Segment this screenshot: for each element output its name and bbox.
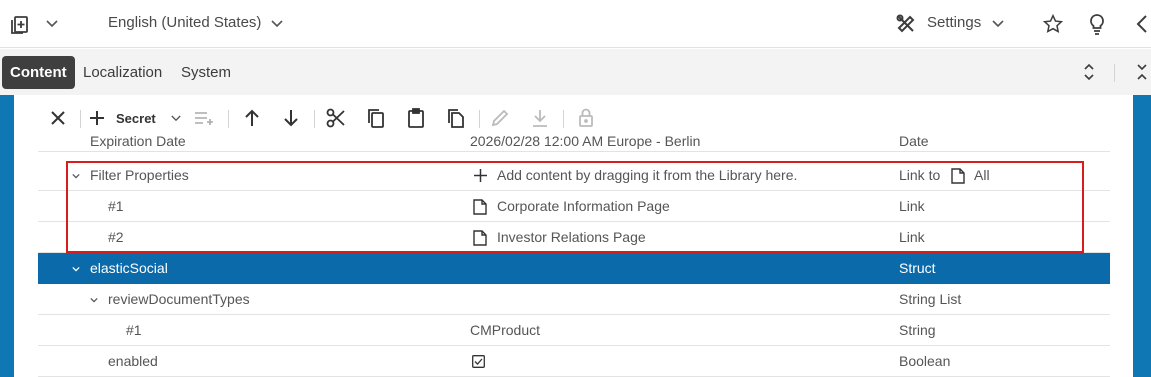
property-name: enabled: [108, 353, 158, 369]
divider: [1114, 64, 1115, 82]
property-value: Add content by dragging it from the Libr…: [497, 167, 798, 183]
collapse-icon[interactable]: [1134, 54, 1150, 90]
property-name: reviewDocumentTypes: [108, 291, 250, 307]
property-value[interactable]: Corporate Information Page: [497, 191, 670, 222]
table-row[interactable]: #2 Investor Relations Page Link: [38, 222, 1110, 253]
plus-icon[interactable]: [474, 169, 487, 182]
settings-button[interactable]: Settings: [927, 14, 981, 31]
property-type: String List: [899, 291, 962, 307]
language-selector[interactable]: English (United States): [108, 14, 261, 31]
top-bar: English (United States) Settings: [0, 0, 1151, 48]
property-type: Link: [899, 229, 925, 245]
document-icon: [473, 230, 487, 246]
property-name: #1: [126, 322, 142, 338]
table-row[interactable]: reviewDocumentTypes String List: [38, 284, 1110, 315]
chevron-down-icon[interactable]: [72, 265, 80, 273]
property-type: String: [899, 322, 936, 338]
table-row[interactable]: Expiration Date 2026/02/28 12:00 AM Euro…: [38, 130, 1110, 152]
link-type-all: All: [974, 167, 990, 183]
chevron-left-icon[interactable]: [1133, 12, 1151, 36]
left-gutter: [0, 95, 14, 377]
chevron-down-icon[interactable]: [90, 296, 98, 304]
chevron-down-icon[interactable]: [269, 16, 285, 32]
table-row[interactable]: Filter Properties Add content by draggin…: [38, 160, 1110, 191]
property-name: Expiration Date: [90, 133, 186, 149]
tab-system[interactable]: System: [175, 56, 237, 89]
clipboard-plus-icon[interactable]: [8, 12, 32, 36]
chevron-down-icon[interactable]: [44, 16, 60, 32]
table-row[interactable]: enabled Boolean: [38, 346, 1110, 377]
document-icon: [951, 168, 965, 184]
divider: [314, 110, 315, 128]
property-name: #1: [108, 198, 124, 214]
table-row[interactable]: #1 CMProduct String: [38, 315, 1110, 346]
expand-collapse-icon[interactable]: [1080, 54, 1098, 90]
property-value[interactable]: CMProduct: [470, 315, 540, 346]
plus-icon: [90, 111, 104, 125]
property-value: 2026/02/28 12:00 AM Europe - Berlin: [470, 133, 701, 149]
lightbulb-icon[interactable]: [1085, 12, 1109, 36]
chevron-down-icon[interactable]: [72, 172, 80, 180]
property-type: Struct: [899, 260, 936, 276]
table-row[interactable]: #1 Corporate Information Page Link: [38, 191, 1110, 222]
divider: [228, 110, 229, 128]
tab-content[interactable]: Content: [2, 56, 75, 89]
chevron-down-icon[interactable]: [990, 16, 1006, 32]
secret-label: Secret: [116, 110, 156, 126]
divider: [80, 110, 81, 128]
property-type: Link: [899, 198, 925, 214]
table-row-selected[interactable]: elasticSocial Struct: [38, 253, 1110, 284]
document-icon: [473, 199, 487, 215]
property-type: Boolean: [899, 353, 951, 369]
right-gutter: [1133, 95, 1151, 377]
tab-bar: Content Localization System: [0, 49, 1151, 95]
property-name: Filter Properties: [90, 167, 189, 183]
property-type: Link to: [899, 167, 941, 183]
checkbox-checked-icon[interactable]: [472, 355, 485, 368]
property-type: Date: [899, 133, 929, 149]
property-name: elasticSocial: [90, 260, 168, 276]
star-icon[interactable]: [1041, 12, 1065, 36]
property-name: #2: [108, 229, 124, 245]
property-value[interactable]: Investor Relations Page: [497, 222, 646, 253]
tab-localization[interactable]: Localization: [77, 56, 168, 89]
tools-icon[interactable]: [894, 12, 918, 36]
